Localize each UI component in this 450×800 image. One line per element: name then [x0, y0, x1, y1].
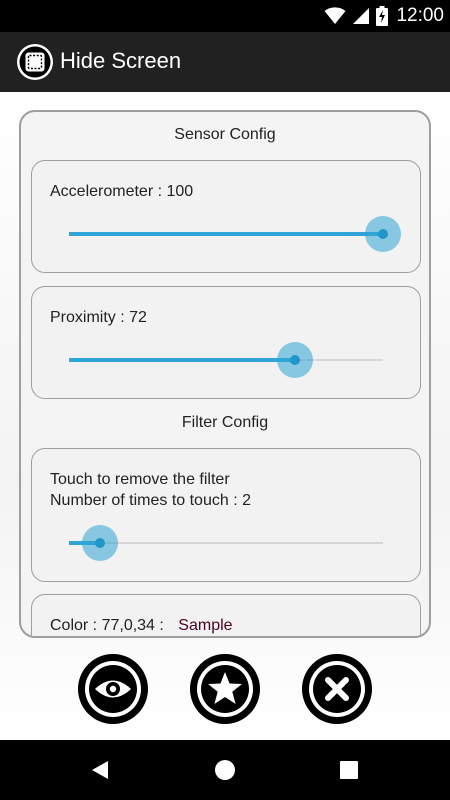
proximity-card: Proximity : 72: [31, 286, 421, 399]
rate-button[interactable]: [190, 654, 260, 724]
accelerometer-card: Accelerometer : 100: [31, 160, 421, 273]
recents-button[interactable]: [319, 740, 379, 800]
proximity-slider[interactable]: [69, 340, 383, 380]
clock: 12:00: [396, 5, 444, 26]
color-label: Color : 77,0,34 : Sample: [50, 615, 233, 636]
touch-count-slider[interactable]: [69, 523, 383, 563]
config-panel[interactable]: Sensor Config Accelerometer : 100 Proxim…: [19, 110, 431, 638]
touch-count-label: Number of times to touch : 2: [50, 492, 251, 509]
home-button[interactable]: [195, 740, 255, 800]
exit-button[interactable]: [302, 654, 372, 724]
eye-icon: [85, 661, 141, 717]
touch-label: Touch to remove the filter: [50, 471, 230, 488]
color-value: Color : 77,0,34 :: [50, 617, 164, 634]
app-bar: Hide Screen: [0, 32, 450, 92]
navigation-bar: [0, 740, 450, 800]
status-icons: 12:00: [324, 0, 444, 32]
signal-icon: [353, 8, 370, 24]
proximity-label: Proximity : 72: [50, 309, 147, 326]
close-icon: [309, 661, 365, 717]
content-area: Sensor Config Accelerometer : 100 Proxim…: [0, 92, 450, 740]
touch-filter-card: Touch to remove the filter Number of tim…: [31, 448, 421, 582]
app-logo-icon[interactable]: [16, 43, 54, 81]
accelerometer-slider[interactable]: [69, 214, 401, 254]
recents-icon: [340, 761, 358, 779]
slider-thumb[interactable]: [378, 229, 388, 239]
battery-charging-icon: [376, 6, 389, 26]
status-bar: 12:00: [0, 0, 450, 32]
action-buttons: [0, 654, 450, 726]
wifi-icon: [324, 7, 346, 24]
sensor-config-title: Sensor Config: [174, 126, 276, 143]
home-icon: [215, 760, 235, 780]
preview-button[interactable]: [78, 654, 148, 724]
filter-config-title: Filter Config: [181, 414, 269, 431]
accelerometer-label: Accelerometer : 100: [50, 183, 194, 200]
slider-fill: [69, 358, 296, 362]
back-icon: [92, 761, 108, 779]
app-title: Hide Screen: [60, 48, 182, 73]
back-button[interactable]: [70, 740, 130, 800]
slider-fill: [69, 232, 383, 236]
star-icon: [197, 661, 253, 717]
color-card[interactable]: Color : 77,0,34 : Sample: [31, 594, 421, 636]
color-sample: Sample: [178, 617, 233, 634]
